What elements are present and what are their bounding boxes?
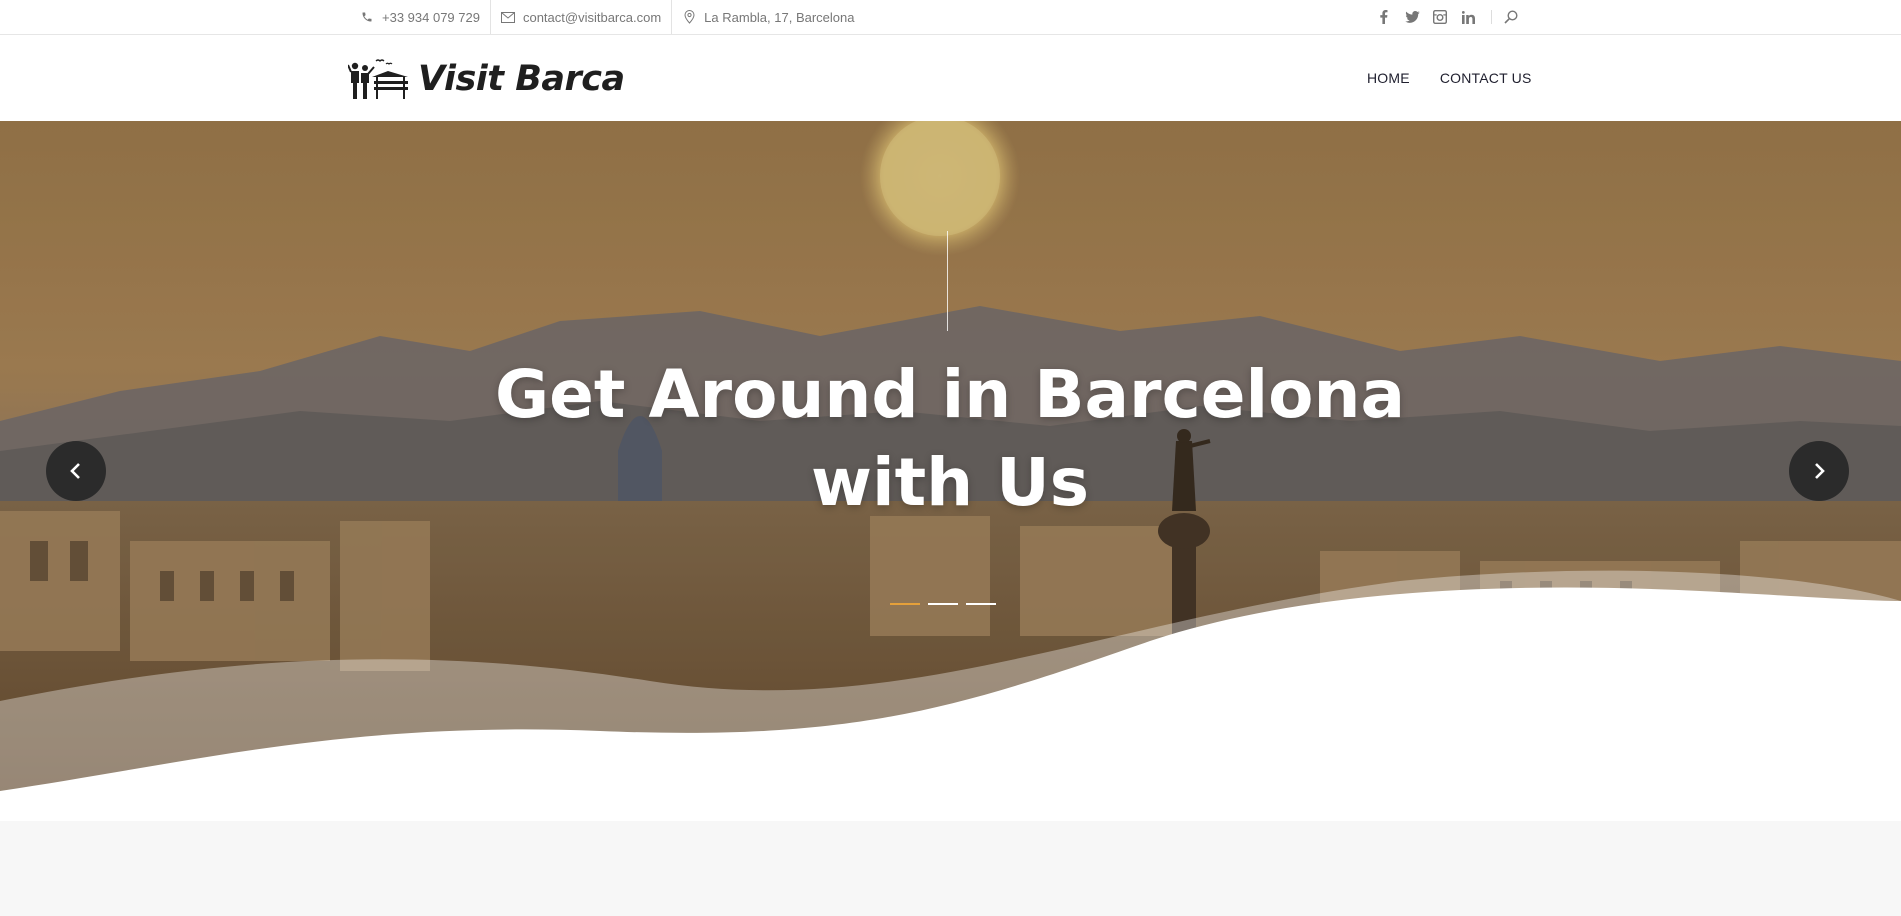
slider-dot-2[interactable]: [928, 603, 958, 605]
phone-icon: [360, 10, 374, 24]
logo-text: Visit Barca: [418, 59, 625, 99]
site-logo[interactable]: Visit Barca: [348, 56, 625, 102]
email-text: contact@visitbarca.com: [522, 9, 662, 25]
slider-dot-3[interactable]: [966, 603, 996, 605]
instagram-icon[interactable]: [1431, 8, 1449, 26]
content-section: [0, 821, 1901, 916]
nav-item-contact-us[interactable]: CONTACT US: [1440, 70, 1532, 86]
chevron-left-icon: [70, 463, 80, 479]
linkedin-icon[interactable]: [1459, 8, 1477, 26]
hero-title-line-2: with Us: [811, 444, 1089, 521]
phone-item[interactable]: +33 934 079 729: [350, 0, 491, 34]
twitter-icon[interactable]: [1403, 8, 1421, 26]
slider-next-button[interactable]: [1789, 441, 1849, 501]
social-links: [1375, 0, 1530, 34]
map-pin-icon: [682, 10, 696, 24]
main-nav: HOME CONTACT US: [1352, 35, 1547, 121]
slider-dot-1[interactable]: [890, 603, 920, 605]
slider-prev-button[interactable]: [46, 441, 106, 501]
facebook-icon[interactable]: [1375, 8, 1393, 26]
top-bar: +33 934 079 729 contact@visitbarca.com L…: [0, 0, 1901, 35]
chevron-right-icon: [1815, 463, 1825, 479]
logo-mark-icon: [348, 59, 408, 99]
phone-text: +33 934 079 729: [382, 9, 480, 25]
hero-slider: Get Around in Barcelona with Us: [0, 121, 1901, 821]
nav-item-home[interactable]: HOME: [1367, 70, 1410, 86]
address-item: La Rambla, 17, Barcelona: [672, 0, 864, 34]
site-header: Visit Barca HOME CONTACT US: [0, 35, 1901, 121]
address-text: La Rambla, 17, Barcelona: [704, 9, 855, 25]
slider-pagination: [890, 603, 1004, 605]
search-icon[interactable]: [1502, 8, 1520, 26]
hero-divider-line: [947, 231, 948, 331]
email-item[interactable]: contact@visitbarca.com: [491, 0, 673, 34]
hero-title: Get Around in Barcelona with Us: [450, 351, 1450, 527]
hero-title-line-1: Get Around in Barcelona: [495, 356, 1405, 433]
envelope-icon: [500, 10, 515, 24]
social-divider: [1491, 10, 1492, 24]
contact-info: +33 934 079 729 contact@visitbarca.com L…: [350, 0, 864, 34]
